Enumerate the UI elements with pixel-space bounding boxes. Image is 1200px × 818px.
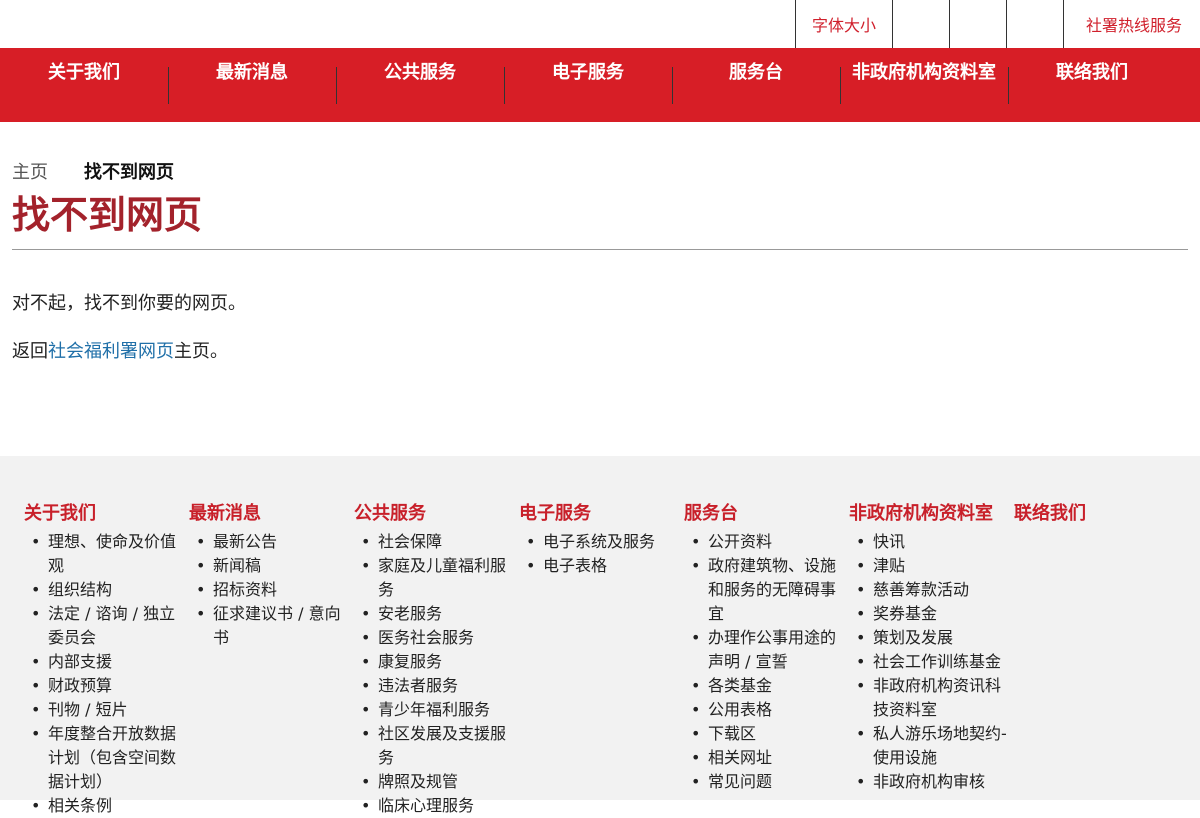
footer-link[interactable]: 快讯: [856, 530, 1014, 554]
footer-column-title[interactable]: 公共服务: [354, 502, 519, 526]
nav-label: 联络我们: [1056, 62, 1128, 83]
footer-column: 最新消息最新公告新闻稿招标资料征求建议书 / 意向书: [189, 502, 354, 818]
nav-label: 电子服务: [552, 62, 624, 83]
footer-link-list: 电子系统及服务电子表格: [519, 530, 684, 578]
footer-sitemap: 关于我们理想、使命及价值观组织结构法定 / 谘询 / 独立委员会内部支援财政预算…: [0, 456, 1200, 818]
footer-link[interactable]: 青少年福利服务: [361, 698, 519, 722]
footer-link[interactable]: 医务社会服务: [361, 626, 519, 650]
footer-link[interactable]: 康复服务: [361, 650, 519, 674]
footer-link[interactable]: 津贴: [856, 554, 1014, 578]
footer-link-list: 快讯津贴慈善筹款活动奖券基金策划及发展社会工作训练基金非政府机构资讯科技资料室私…: [849, 530, 1014, 794]
utility-blank-button-3[interactable]: [1006, 0, 1063, 48]
nav-latest-news[interactable]: 最新消息: [168, 48, 337, 122]
footer-link[interactable]: 临床心理服务: [361, 794, 519, 818]
footer-link[interactable]: 征求建议书 / 意向书: [196, 602, 354, 650]
nav-contact-us[interactable]: 联络我们: [1008, 48, 1176, 122]
footer-link[interactable]: 社会工作训练基金: [856, 650, 1014, 674]
footer-link[interactable]: 公开资料: [691, 530, 849, 554]
hotline-link[interactable]: 社署热线服务: [1063, 0, 1200, 48]
nav-ngo-corner[interactable]: 非政府机构资料室: [840, 48, 1009, 122]
footer-link-list: 理想、使命及价值观组织结构法定 / 谘询 / 独立委员会内部支援财政预算刊物 /…: [24, 530, 189, 818]
footer-column: 电子服务电子系统及服务电子表格: [519, 502, 684, 818]
nav-label: 非政府机构资料室: [852, 62, 996, 83]
nav-label: 公共服务: [384, 62, 456, 83]
font-size-button[interactable]: 字体大小: [795, 0, 892, 48]
swd-home-link[interactable]: 社会福利署网页: [48, 341, 174, 362]
page-title: 找不到网页: [12, 192, 1188, 250]
footer-column-title[interactable]: 关于我们: [24, 502, 189, 526]
breadcrumb-current: 找不到网页: [84, 162, 174, 183]
nav-label: 最新消息: [216, 62, 288, 83]
nav-about-us[interactable]: 关于我们: [0, 48, 169, 122]
main-nav: 关于我们 最新消息 公共服务 电子服务 服务台 非政府机构资料室 联络我们: [0, 48, 1200, 122]
return-suffix: 主页。: [174, 341, 228, 362]
footer-link[interactable]: 年度整合开放数据计划（包含空间数据计划）: [31, 722, 189, 794]
footer-link-list: 公开资料政府建筑物、设施和服务的无障碍事宜办理作公事用途的声明 / 宣誓各类基金…: [684, 530, 849, 794]
footer-link[interactable]: 新闻稿: [196, 554, 354, 578]
footer-column-title[interactable]: 电子服务: [519, 502, 684, 526]
utility-blank-button-2[interactable]: [949, 0, 1006, 48]
footer-link[interactable]: 理想、使命及价值观: [31, 530, 189, 578]
footer-link[interactable]: 常见问题: [691, 770, 849, 794]
footer-column-title[interactable]: 最新消息: [189, 502, 354, 526]
utility-bar: 字体大小 社署热线服务: [0, 0, 1200, 48]
footer-link[interactable]: 慈善筹款活动: [856, 578, 1014, 602]
footer-link[interactable]: 社会保障: [361, 530, 519, 554]
footer-link[interactable]: 最新公告: [196, 530, 354, 554]
nav-e-services[interactable]: 电子服务: [504, 48, 673, 122]
footer-link[interactable]: 公用表格: [691, 698, 849, 722]
nav-label: 服务台: [729, 62, 783, 83]
footer-link[interactable]: 各类基金: [691, 674, 849, 698]
main-content: 主页 找不到网页 找不到网页 对不起，找不到你要的网页。 返回社会福利署网页主页…: [0, 161, 1200, 364]
footer-link[interactable]: 私人游乐场地契约-使用设施: [856, 722, 1014, 770]
footer-link[interactable]: 下载区: [691, 722, 849, 746]
footer-link-list: 社会保障家庭及儿童福利服务安老服务医务社会服务康复服务违法者服务青少年福利服务社…: [354, 530, 519, 818]
error-message: 对不起，找不到你要的网页。: [12, 293, 246, 314]
footer-column-title[interactable]: 联络我们: [1014, 502, 1179, 526]
footer-link[interactable]: 电子系统及服务: [526, 530, 684, 554]
nav-public-services[interactable]: 公共服务: [336, 48, 505, 122]
footer-link[interactable]: 内部支援: [31, 650, 189, 674]
footer-link[interactable]: 安老服务: [361, 602, 519, 626]
footer-column: 公共服务社会保障家庭及儿童福利服务安老服务医务社会服务康复服务违法者服务青少年福…: [354, 502, 519, 818]
footer-link[interactable]: 策划及发展: [856, 626, 1014, 650]
nav-service-desk[interactable]: 服务台: [672, 48, 841, 122]
return-prefix: 返回: [12, 341, 48, 362]
footer-link[interactable]: 财政预算: [31, 674, 189, 698]
footer-columns: 关于我们理想、使命及价值观组织结构法定 / 谘询 / 独立委员会内部支援财政预算…: [0, 456, 1200, 818]
footer-column: 服务台公开资料政府建筑物、设施和服务的无障碍事宜办理作公事用途的声明 / 宣誓各…: [684, 502, 849, 818]
footer-column-title[interactable]: 非政府机构资料室: [849, 502, 1014, 526]
footer-link[interactable]: 政府建筑物、设施和服务的无障碍事宜: [691, 554, 849, 626]
footer-link[interactable]: 刊物 / 短片: [31, 698, 189, 722]
footer-link[interactable]: 相关条例: [31, 794, 189, 818]
footer-link[interactable]: 法定 / 谘询 / 独立委员会: [31, 602, 189, 650]
footer-link[interactable]: 违法者服务: [361, 674, 519, 698]
footer-link[interactable]: 社区发展及支援服务: [361, 722, 519, 770]
footer-link[interactable]: 办理作公事用途的声明 / 宣誓: [691, 626, 849, 674]
footer-link[interactable]: 牌照及规管: [361, 770, 519, 794]
footer-column: 关于我们理想、使命及价值观组织结构法定 / 谘询 / 独立委员会内部支援财政预算…: [24, 502, 189, 818]
utility-blank-button-1[interactable]: [892, 0, 949, 48]
return-message: 返回社会福利署网页主页。: [12, 340, 1188, 364]
footer-link[interactable]: 奖券基金: [856, 602, 1014, 626]
footer-link[interactable]: 非政府机构审核: [856, 770, 1014, 794]
nav-label: 关于我们: [48, 62, 120, 83]
breadcrumb-home-link[interactable]: 主页: [12, 161, 84, 185]
footer-link[interactable]: 电子表格: [526, 554, 684, 578]
footer-link-list: 最新公告新闻稿招标资料征求建议书 / 意向书: [189, 530, 354, 650]
footer-link[interactable]: 组织结构: [31, 578, 189, 602]
footer-link[interactable]: 招标资料: [196, 578, 354, 602]
footer-link[interactable]: 非政府机构资讯科技资料室: [856, 674, 1014, 722]
breadcrumb: 主页 找不到网页: [12, 161, 1188, 185]
footer-column: 联络我们: [1014, 502, 1179, 818]
footer-link[interactable]: 家庭及儿童福利服务: [361, 554, 519, 602]
footer-link[interactable]: 相关网址: [691, 746, 849, 770]
footer-column: 非政府机构资料室快讯津贴慈善筹款活动奖券基金策划及发展社会工作训练基金非政府机构…: [849, 502, 1014, 818]
footer-column-title[interactable]: 服务台: [684, 502, 849, 526]
